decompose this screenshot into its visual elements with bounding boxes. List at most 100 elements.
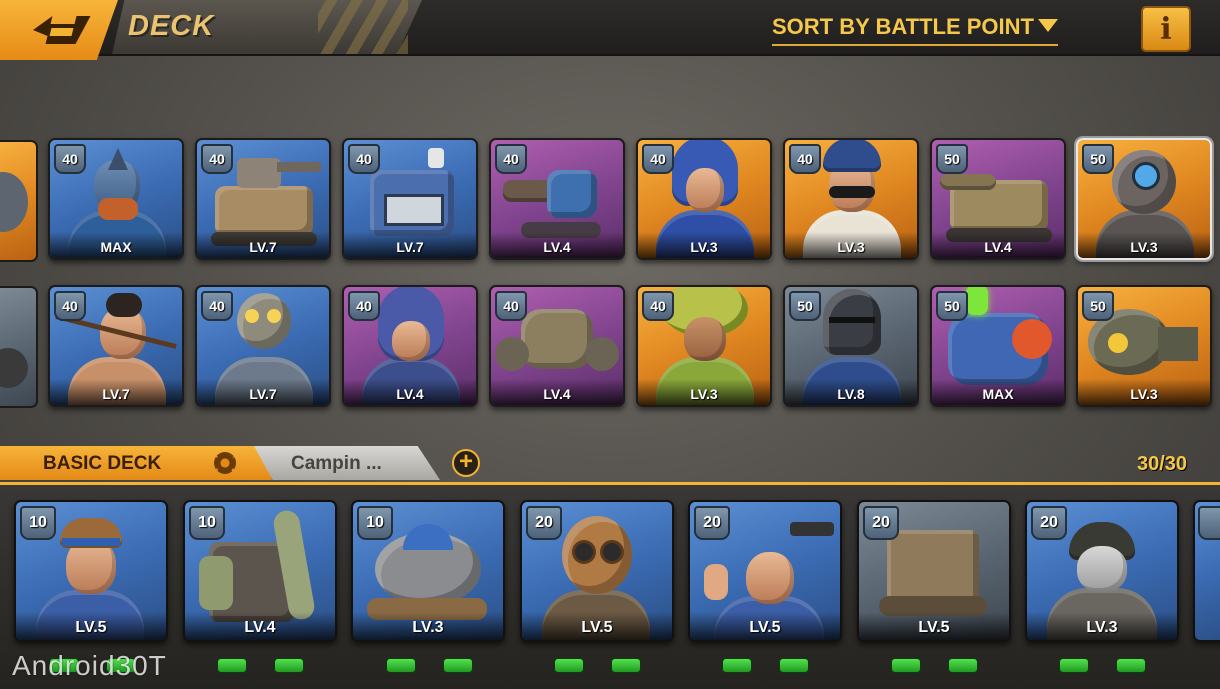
energy-pip [891, 658, 921, 673]
energy-pip [948, 658, 978, 673]
unit-card[interactable]: 40 LV.3 [636, 285, 772, 407]
unit-level: LV.4 [344, 379, 476, 405]
cost-badge: 40 [642, 291, 674, 321]
unit-card[interactable]: 40 LV.4 [489, 285, 625, 407]
unit-card[interactable]: 40 LV.3 [783, 138, 919, 260]
unit-level: LV.4 [491, 379, 623, 405]
tab-basic-deck[interactable]: BASIC DECK [0, 446, 272, 480]
energy-pip [386, 658, 416, 673]
cost-badge: 40 [789, 144, 821, 174]
cost-badge: 20 [526, 506, 562, 540]
chevron-down-icon [1037, 19, 1058, 32]
energy-pip [217, 658, 247, 673]
unit-card[interactable]: 40 LV.7 [342, 138, 478, 260]
title-stripes [318, 0, 408, 54]
energy-pip [1116, 658, 1146, 673]
unit-level: LV.7 [197, 232, 329, 258]
deck-card[interactable]: 20 LV.5 [688, 500, 842, 642]
unit-level: LV.3 [353, 612, 503, 640]
cost-badge: 10 [189, 506, 225, 540]
cost-badge: 40 [348, 144, 380, 174]
cost-badge: 50 [936, 144, 968, 174]
deck-card[interactable]: 20 LV.5 [520, 500, 674, 642]
info-button[interactable]: i [1141, 6, 1191, 52]
unit-level: LV.5 [690, 612, 840, 640]
unit-card[interactable]: 40 LV.7 [48, 285, 184, 407]
energy-pip [443, 658, 473, 673]
cost-badge: 40 [642, 144, 674, 174]
energy-pip [611, 658, 641, 673]
unit-card[interactable]: 40 LV.7 [195, 138, 331, 260]
cost-badge: 10 [20, 506, 56, 540]
unit-card[interactable]: 40 LV.4 [489, 138, 625, 260]
add-deck-button[interactable]: + [452, 449, 480, 477]
cost-badge: 20 [863, 506, 899, 540]
energy-pip [1059, 658, 1089, 673]
deck-card[interactable]: 20 LV.5 [857, 500, 1011, 642]
unit-card[interactable]: 50 LV.4 [930, 138, 1066, 260]
unit-level: LV.3 [638, 379, 770, 405]
unit-card[interactable]: 50 MAX [930, 285, 1066, 407]
unit-level: LV.5 [859, 612, 1009, 640]
cost-badge [1198, 506, 1220, 540]
deck-count: 30/30 [1137, 453, 1188, 475]
cost-badge: 50 [789, 291, 821, 321]
deck-card[interactable]: 20 LV.3 [1025, 500, 1179, 642]
gear-icon[interactable] [214, 452, 236, 474]
cost-badge: 50 [1082, 144, 1114, 174]
unit-level: LV.7 [197, 379, 329, 405]
sort-label: SORT BY BATTLE POINT [772, 14, 1034, 39]
cost-badge: 40 [495, 291, 527, 321]
unit-art [0, 348, 28, 388]
partial-unit-card[interactable] [0, 286, 38, 408]
unit-level: LV.3 [1078, 379, 1210, 405]
unit-card[interactable]: 40 LV.4 [342, 285, 478, 407]
energy-pip [779, 658, 809, 673]
energy-pip [722, 658, 752, 673]
cost-badge: 10 [357, 506, 393, 540]
unit-art [0, 172, 28, 232]
tab-campaign[interactable]: Campin ... [254, 446, 440, 480]
unit-card[interactable]: 40 MAX [48, 138, 184, 260]
partial-deck-card[interactable] [1193, 500, 1220, 642]
unit-level: LV.7 [344, 232, 476, 258]
cost-badge: 50 [1082, 291, 1114, 321]
unit-level: LV.3 [1027, 612, 1177, 640]
energy-pip [274, 658, 304, 673]
cost-badge: 40 [54, 291, 86, 321]
unit-level: LV.3 [638, 232, 770, 258]
unit-level: LV.8 [785, 379, 917, 405]
back-arrow-icon [33, 16, 91, 44]
unit-level: LV.3 [785, 232, 917, 258]
unit-card-selected[interactable]: 50 LV.3 [1076, 138, 1212, 260]
unit-level: LV.4 [491, 232, 623, 258]
tab-basic-deck-label: BASIC DECK [43, 453, 162, 474]
unit-level: LV.4 [932, 232, 1064, 258]
deck-card[interactable]: 10 LV.5 [14, 500, 168, 642]
tab-campaign-label: Campin ... [291, 453, 382, 474]
deck-card[interactable]: 10 LV.4 [183, 500, 337, 642]
cost-badge: 40 [201, 291, 233, 321]
unit-level: MAX [50, 232, 182, 258]
page-title: DECK [128, 10, 215, 42]
unit-level: LV.5 [16, 612, 166, 640]
cost-badge: 40 [348, 291, 380, 321]
deck-card[interactable]: 10 LV.3 [351, 500, 505, 642]
unit-level: LV.3 [1078, 232, 1210, 258]
cost-badge: 20 [694, 506, 730, 540]
energy-pip [554, 658, 584, 673]
partial-unit-card[interactable] [0, 140, 38, 262]
unit-card[interactable]: 40 LV.3 [636, 138, 772, 260]
unit-level: LV.4 [185, 612, 335, 640]
cost-badge: 50 [936, 291, 968, 321]
cost-badge: 40 [201, 144, 233, 174]
unit-card[interactable]: 40 LV.7 [195, 285, 331, 407]
unit-level: LV.5 [522, 612, 672, 640]
cost-badge: 40 [495, 144, 527, 174]
cost-badge: 40 [54, 144, 86, 174]
unit-card[interactable]: 50 LV.8 [783, 285, 919, 407]
sort-dropdown[interactable]: SORT BY BATTLE POINT [772, 14, 1058, 46]
unit-level: LV.7 [50, 379, 182, 405]
unit-card[interactable]: 50 LV.3 [1076, 285, 1212, 407]
watermark: Android30T [12, 650, 167, 681]
